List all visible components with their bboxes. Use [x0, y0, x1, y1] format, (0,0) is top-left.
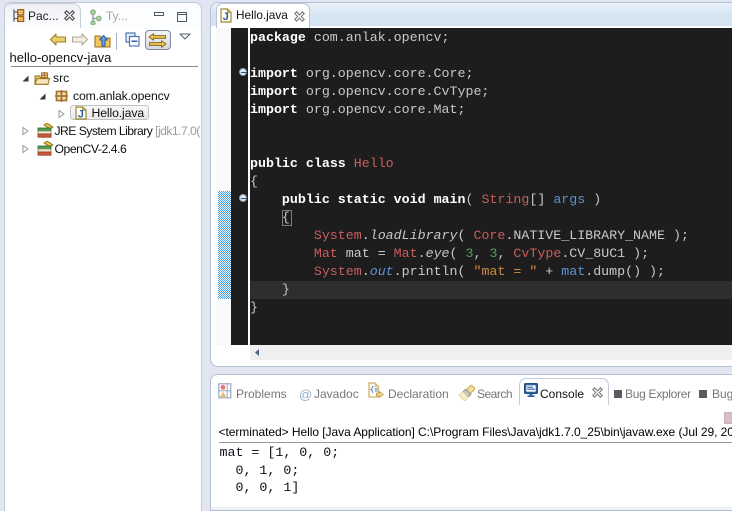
svg-text:J: J	[77, 109, 83, 120]
svg-text:J: J	[223, 11, 229, 23]
